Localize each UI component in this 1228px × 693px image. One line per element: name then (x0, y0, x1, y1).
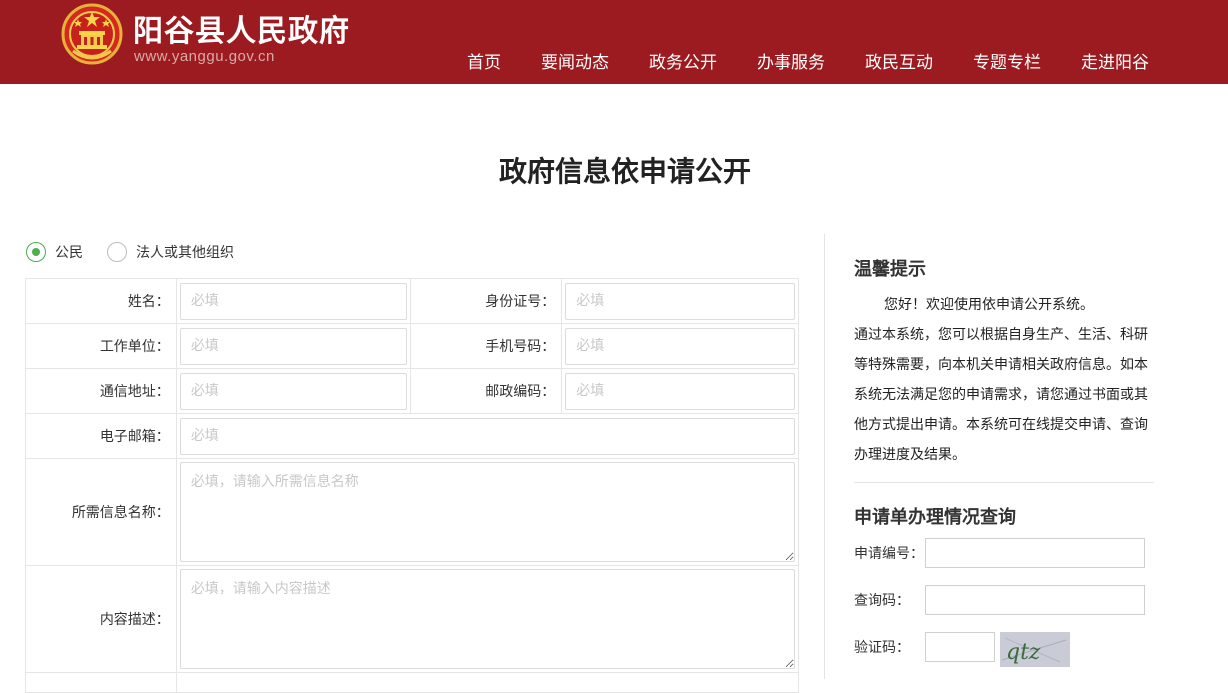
application-number-label: 申请编号： (854, 546, 924, 562)
postcode-input[interactable] (565, 372, 795, 410)
query-code-input[interactable] (925, 585, 1145, 615)
query-code-label: 查询码： (854, 593, 910, 609)
captcha-text: qtz (1006, 640, 1041, 665)
id-number-input[interactable] (565, 282, 795, 320)
postcode-label: 邮政编码： (410, 368, 563, 414)
query-title: 申请单办理情况查询 (854, 507, 1016, 528)
captcha-image[interactable]: qtz (1000, 632, 1070, 667)
tips-line: 系统无法满足您的申请需求，请您通过书面或其 (854, 387, 1148, 403)
tips-line: 通过本系统，您可以根据自身生产、生活、科研 (854, 327, 1148, 343)
info-name-textarea[interactable] (179, 462, 795, 562)
description-textarea[interactable] (179, 569, 795, 669)
work-unit-input[interactable] (179, 327, 408, 365)
tips-title: 温馨提示 (854, 259, 926, 280)
site-url: www.yanggu.gov.cn (134, 48, 275, 65)
tips-line: 您好！欢迎使用依申请公开系统。 (884, 297, 1094, 313)
nav-services[interactable]: 办事服务 (737, 50, 845, 78)
tips-line: 他方式提出申请。本系统可在线提交申请、查询 (854, 417, 1148, 433)
radio-citizen-label[interactable]: 公民 (55, 242, 83, 262)
application-number-input[interactable] (925, 538, 1145, 568)
national-emblem-icon (61, 3, 123, 65)
name-input[interactable] (179, 282, 408, 320)
applicant-type-group: 公民 法人或其他组织 (26, 242, 258, 262)
address-label: 通信地址： (25, 368, 177, 414)
name-label: 姓名： (25, 278, 177, 324)
email-label: 电子邮箱： (25, 413, 177, 459)
tips-line: 办理进度及结果。 (854, 447, 966, 463)
email-input[interactable] (179, 417, 795, 455)
work-unit-label: 工作单位： (25, 323, 177, 369)
radio-citizen[interactable] (26, 242, 46, 262)
description-label: 内容描述： (25, 565, 177, 673)
radio-organization[interactable] (107, 242, 127, 262)
phone-label: 手机号码： (410, 323, 563, 369)
main-nav: 首页 要闻动态 政务公开 办事服务 政民互动 专题专栏 走进阳谷 (447, 50, 1169, 78)
id-number-label: 身份证号： (410, 278, 563, 324)
nav-gov-affairs[interactable]: 政务公开 (629, 50, 737, 78)
site-name[interactable]: 阳谷县人民政府 (133, 6, 350, 50)
sidebar-divider (824, 234, 825, 679)
nav-about-yanggu[interactable]: 走进阳谷 (1061, 50, 1169, 78)
phone-input[interactable] (565, 327, 795, 365)
application-form: 姓名： 身份证号： 工作单位： 手机号码： 通信地址： 邮政编码： 电子邮箱： … (25, 278, 800, 693)
info-name-label: 所需信息名称： (25, 458, 177, 566)
tips-line: 等特殊需要，向本机关申请相关政府信息。如本 (854, 357, 1148, 373)
nav-home[interactable]: 首页 (447, 50, 521, 78)
sidebar-section-divider (854, 482, 1154, 483)
nav-special-topics[interactable]: 专题专栏 (953, 50, 1061, 78)
captcha-input[interactable] (925, 632, 995, 662)
address-input[interactable] (179, 372, 408, 410)
nav-news[interactable]: 要闻动态 (521, 50, 629, 78)
radio-organization-label[interactable]: 法人或其他组织 (136, 242, 234, 262)
nav-interaction[interactable]: 政民互动 (845, 50, 953, 78)
tips-body: 您好！欢迎使用依申请公开系统。 通过本系统，您可以根据自身生产、生活、科研 等特… (854, 290, 1154, 470)
captcha-label: 验证码： (854, 640, 910, 656)
site-header: 阳谷县人民政府 www.yanggu.gov.cn 首页 要闻动态 政务公开 办… (0, 0, 1228, 84)
page-title: 政府信息依申请公开 (498, 155, 751, 188)
